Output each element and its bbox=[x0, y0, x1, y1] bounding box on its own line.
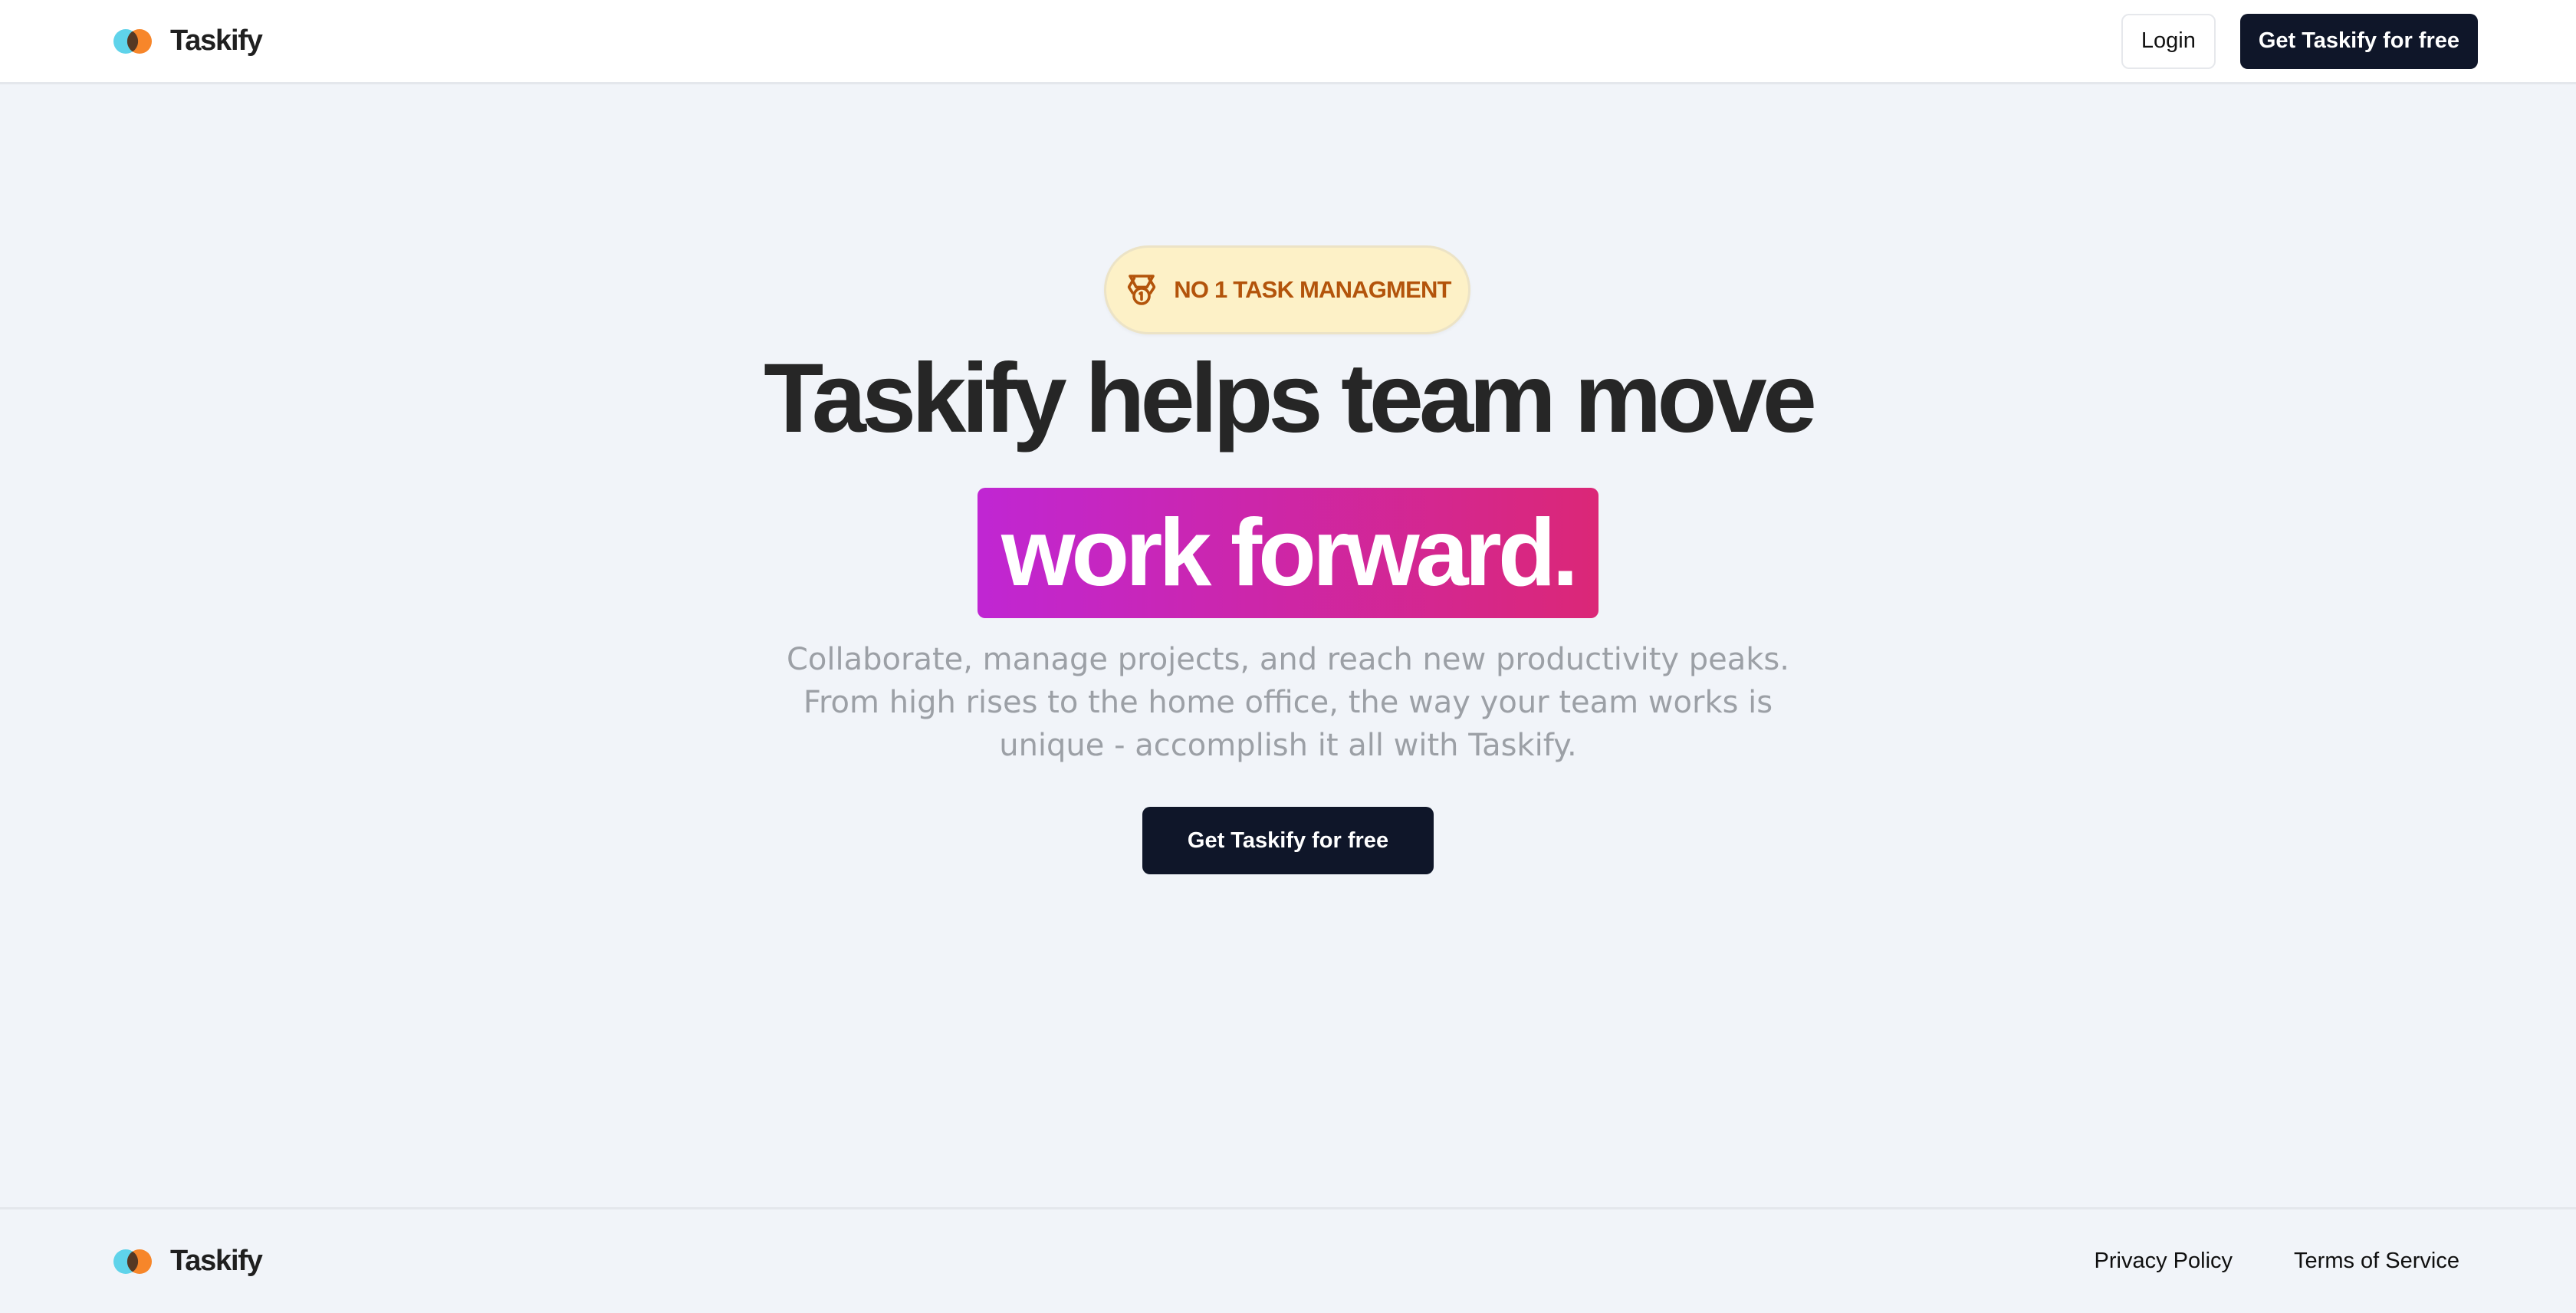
footer-links: Privacy Policy Terms of Service bbox=[2095, 1249, 2459, 1274]
no1-badge: NO 1 TASK MANAGMENT bbox=[1104, 245, 1470, 334]
badge-text: NO 1 TASK MANAGMENT bbox=[1174, 276, 1451, 303]
login-button[interactable]: Login bbox=[2121, 13, 2216, 69]
landing-page: Taskify Login Get Taskify for free NO 1 … bbox=[0, 0, 2576, 1313]
hero-highlight-box: work forward. bbox=[978, 488, 1598, 618]
taskify-logo-icon bbox=[110, 1246, 156, 1277]
get-taskify-header-button[interactable]: Get Taskify for free bbox=[2239, 13, 2478, 69]
footer-brand-logo-link[interactable]: Taskify bbox=[110, 1245, 263, 1278]
brand-logo-link[interactable]: Taskify bbox=[110, 25, 263, 58]
footer-brand-name: Taskify bbox=[170, 1245, 263, 1277]
hero-section: NO 1 TASK MANAGMENT Taskify helps team m… bbox=[0, 84, 2576, 1209]
subtitle-line: unique - accomplish it all with Taskify. bbox=[999, 728, 1577, 763]
taskify-logo-icon bbox=[110, 26, 156, 57]
hero-highlight-text: work forward. bbox=[1001, 500, 1579, 606]
subtitle-line: Collaborate, manage projects, and reach … bbox=[787, 642, 1789, 677]
hero-headline: Taskify helps team move bbox=[764, 344, 1817, 453]
hero-subtitle: Collaborate, manage projects, and reach … bbox=[751, 638, 1825, 767]
footer: Taskify Privacy Policy Terms of Service bbox=[0, 1207, 2576, 1313]
brand-name: Taskify bbox=[170, 25, 263, 57]
privacy-policy-link[interactable]: Privacy Policy bbox=[2095, 1249, 2233, 1274]
get-taskify-hero-button[interactable]: Get Taskify for free bbox=[1142, 807, 1434, 874]
medal-icon bbox=[1123, 271, 1160, 308]
header-actions: Login Get Taskify for free bbox=[2121, 13, 2478, 69]
top-navbar: Taskify Login Get Taskify for free bbox=[0, 0, 2576, 84]
subtitle-line: From high rises to the home office, the … bbox=[803, 685, 1773, 720]
terms-of-service-link[interactable]: Terms of Service bbox=[2294, 1249, 2459, 1274]
